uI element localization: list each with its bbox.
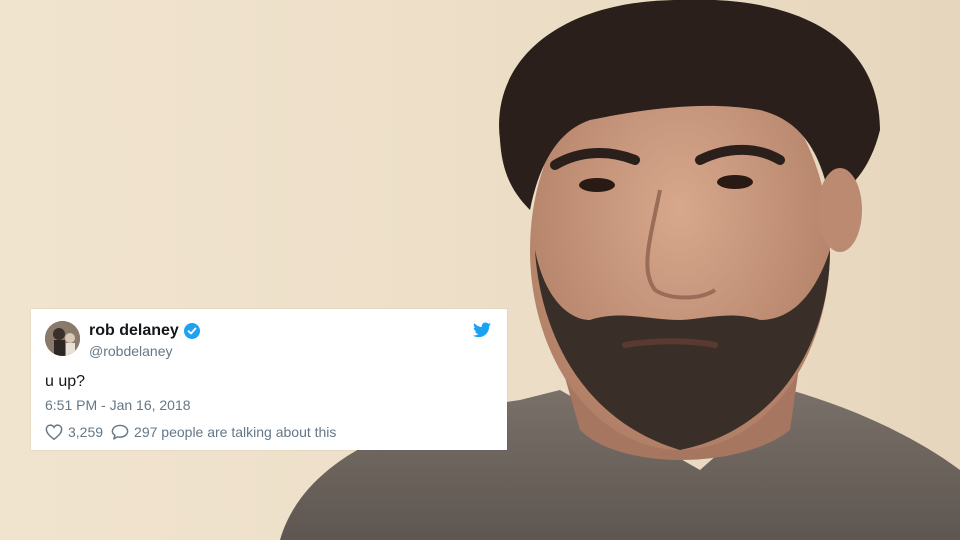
like-button[interactable]: 3,259 xyxy=(45,424,103,440)
tweet-actions: 3,259 297 people are talking about this xyxy=(45,422,336,442)
avatar-image xyxy=(45,321,80,356)
conversation-count-text: 297 people are talking about this xyxy=(134,424,337,440)
man-portrait-illustration xyxy=(280,0,960,540)
heart-icon xyxy=(45,424,63,440)
like-count: 3,259 xyxy=(68,424,104,440)
background-photo xyxy=(0,0,960,540)
reply-button[interactable]: 297 people are talking about this xyxy=(111,424,336,440)
display-name[interactable]: rob delaney xyxy=(89,321,200,341)
tweet-text: u up? xyxy=(45,373,86,390)
comment-icon xyxy=(111,424,129,440)
tweet-card: rob delaney @robdelaney u up? 6:51 PM - … xyxy=(31,309,507,450)
twitter-bird-icon[interactable] xyxy=(473,322,491,338)
tweet-timestamp[interactable]: 6:51 PM - Jan 16, 2018 xyxy=(45,396,191,414)
display-name-text: rob delaney xyxy=(89,322,179,339)
user-handle[interactable]: @robdelaney xyxy=(89,342,173,360)
verified-badge-icon xyxy=(183,323,200,339)
avatar[interactable] xyxy=(45,321,80,356)
